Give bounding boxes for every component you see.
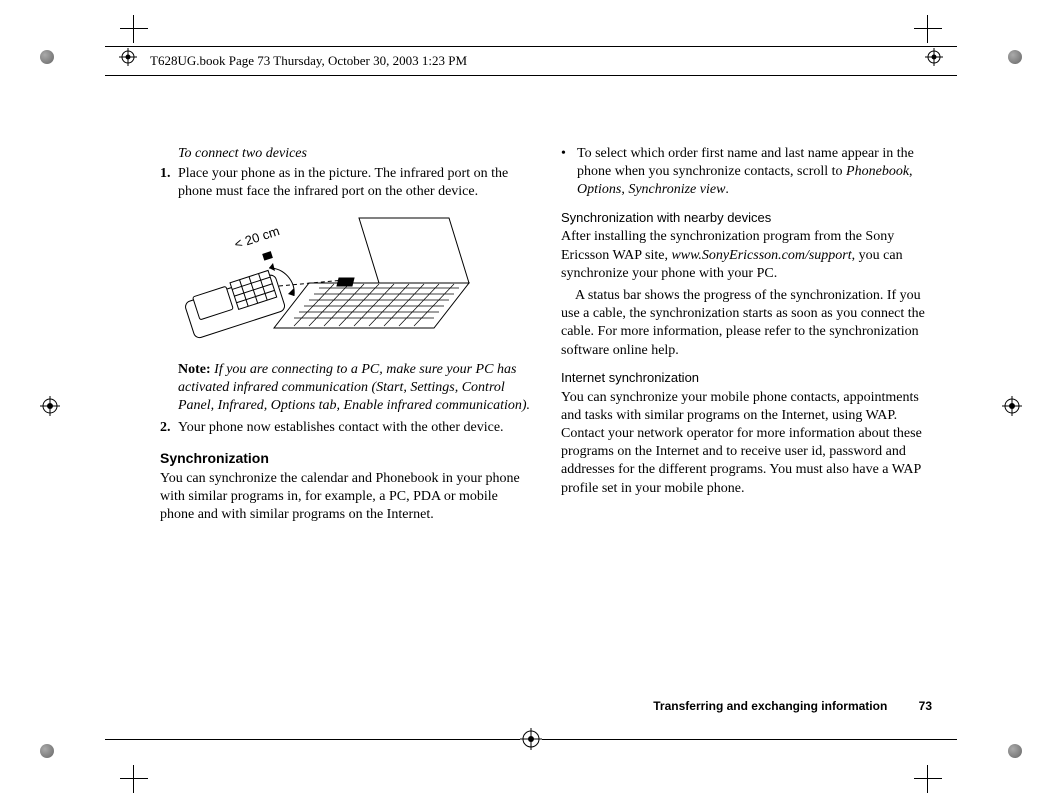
synchronization-paragraph: You can synchronize the calendar and Pho… <box>160 470 531 525</box>
printer-dot-tl <box>40 50 54 64</box>
step-2-text: Your phone now establishes contact with … <box>178 419 531 437</box>
right-column: • To select which order first name and l… <box>561 145 932 688</box>
infrared-figure: < 20 cm <box>174 208 474 353</box>
bullet-text: To select which order first name and las… <box>577 145 932 200</box>
note-label: Note: <box>178 362 211 377</box>
left-column: To connect two devices 1. Place your pho… <box>160 145 531 688</box>
crop-mark-tr <box>914 15 942 43</box>
printer-dot-br <box>1008 744 1022 758</box>
registration-mark-bottom <box>520 728 542 750</box>
nearby-paragraph-2: A status bar shows the progress of the s… <box>561 287 932 360</box>
nearby-paragraph-1: After installing the synchronization pro… <box>561 228 932 283</box>
note-text: If you are connecting to a PC, make sure… <box>178 362 530 413</box>
footer-page-number: 73 <box>919 699 932 713</box>
step-2-number: 2. <box>160 419 178 437</box>
procedure-title: To connect two devices <box>178 145 531 163</box>
crop-mark-br <box>914 765 942 793</box>
crop-mark-tl <box>120 15 148 43</box>
registration-mark-header-left <box>119 48 137 66</box>
header-text: T628UG.book Page 73 Thursday, October 30… <box>150 53 467 69</box>
page-footer: Transferring and exchanging information … <box>653 699 932 713</box>
registration-mark-left <box>40 396 60 416</box>
step-1-text: Place your phone as in the picture. The … <box>178 165 531 201</box>
subsection-internet: Internet synchronization <box>561 370 932 387</box>
section-synchronization: Synchronization <box>160 449 531 467</box>
crop-mark-bl <box>120 765 148 793</box>
printer-dot-tr <box>1008 50 1022 64</box>
printer-dot-bl <box>40 744 54 758</box>
footer-rule <box>105 730 957 748</box>
step-1-number: 1. <box>160 165 178 201</box>
registration-mark-right <box>1002 396 1022 416</box>
bullet-dot: • <box>561 145 577 200</box>
svg-text:< 20 cm: < 20 cm <box>232 223 281 252</box>
step-1: 1. Place your phone as in the picture. T… <box>160 165 531 201</box>
footer-title: Transferring and exchanging information <box>653 699 887 713</box>
bullet-item: • To select which order first name and l… <box>561 145 932 200</box>
registration-mark-header-right <box>925 48 943 66</box>
header-bar: T628UG.book Page 73 Thursday, October 30… <box>105 46 957 76</box>
note: Note: If you are connecting to a PC, mak… <box>178 361 531 416</box>
internet-paragraph: You can synchronize your mobile phone co… <box>561 389 932 498</box>
content-area: To connect two devices 1. Place your pho… <box>160 145 932 688</box>
subsection-nearby: Synchronization with nearby devices <box>561 210 932 227</box>
step-2: 2. Your phone now establishes contact wi… <box>160 419 531 437</box>
